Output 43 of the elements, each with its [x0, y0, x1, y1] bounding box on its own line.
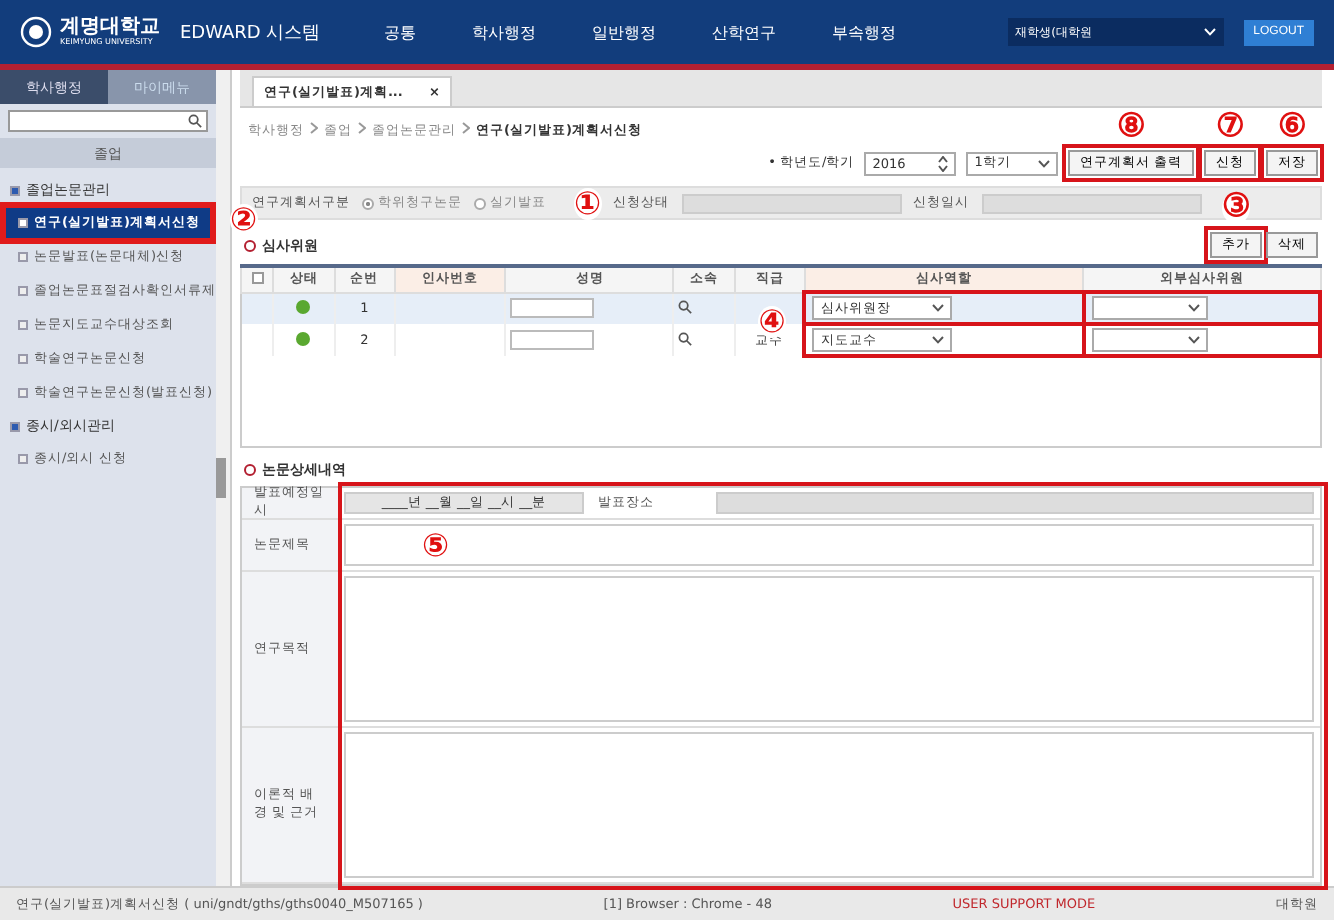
chevron-icon [310, 122, 318, 134]
chevron-icon [358, 122, 366, 134]
caret-icon [1187, 336, 1200, 344]
external-select[interactable] [1091, 328, 1208, 352]
university-emblem-icon [20, 16, 52, 48]
external-select[interactable] [1091, 296, 1208, 320]
page-icon [18, 320, 28, 330]
menu-item[interactable]: 일반행정 [592, 21, 657, 43]
checkbox[interactable] [251, 271, 264, 284]
callout-number: ① [574, 187, 602, 219]
page-icon [18, 286, 28, 296]
spinner-arrows-icon[interactable] [938, 155, 949, 171]
caret-icon [932, 336, 945, 344]
page-icon [18, 218, 28, 228]
page-icon [18, 252, 28, 262]
chevron-icon [462, 122, 470, 134]
logo-title: 계명대학교 [60, 16, 160, 39]
place-field[interactable] [716, 491, 1314, 513]
text-area[interactable] [344, 731, 1314, 878]
caret-icon [1203, 28, 1216, 36]
caret-icon [1038, 159, 1051, 167]
caret-icon [1187, 304, 1200, 312]
search-icon[interactable] [678, 299, 693, 314]
status-icon [296, 299, 311, 314]
search-icon [188, 114, 202, 128]
text-area[interactable] [344, 523, 1314, 565]
system-name: EDWARD 시스템 [180, 21, 321, 45]
search-field[interactable] [8, 110, 208, 132]
callout-number: ② [230, 204, 258, 236]
menu-item[interactable]: 산학연구 [712, 21, 777, 43]
menu-item[interactable]: 공통 [384, 21, 417, 43]
page-icon [18, 454, 28, 464]
menu-item[interactable]: 학사행정 [472, 21, 537, 43]
menu-item[interactable]: 부속행정 [832, 21, 897, 43]
page-icon [18, 388, 28, 398]
collapse-handle[interactable] [216, 458, 226, 498]
caret-icon [932, 304, 945, 312]
text-area[interactable] [344, 575, 1314, 722]
name-input[interactable] [510, 330, 595, 350]
status-icon [296, 331, 311, 345]
name-input[interactable] [510, 298, 595, 319]
page-icon [18, 354, 28, 364]
search-icon[interactable] [678, 331, 693, 345]
